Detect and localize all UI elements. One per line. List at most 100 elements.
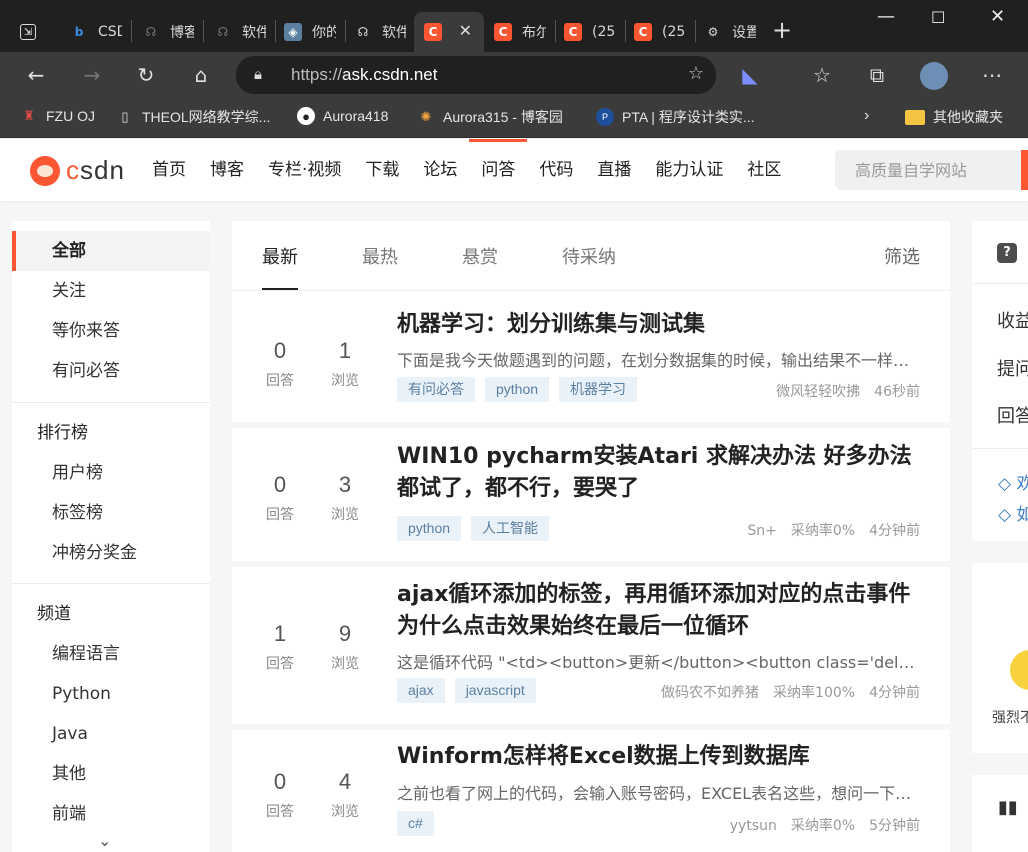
tab-pending[interactable]: 待采纳 [562,243,616,269]
question-desc[interactable]: 之前也看了网上的代码，会输入账号密码，EXCEL表名这些，想问一下具体怎么做 [397,780,922,804]
tag[interactable]: c# [397,811,434,836]
collections-icon[interactable]: ⧉ [864,62,890,88]
home-button[interactable]: ⌂ [188,62,214,88]
bookmark-item[interactable]: ▯ THEOL网络教学综... [116,107,270,127]
nav-qa[interactable]: 问答 [469,139,528,201]
refresh-button[interactable]: ↻ [133,62,159,88]
notice-link[interactable]: ◇ 欢 [998,469,1028,494]
bookmark-item[interactable]: ✺ Aurora315 - 博客园 [417,107,563,127]
forward-button[interactable]: → [79,62,105,88]
author-name[interactable]: yytsun [730,818,777,834]
tag[interactable]: 机器学习 [559,377,638,402]
browser-tab[interactable]: ☊ 软件 [204,12,274,52]
filter-button[interactable]: 筛选 [884,243,920,269]
sidebar-item-must-answer[interactable]: 有问必答 [12,351,210,391]
browser-tab[interactable]: ◈ 你的 [274,12,344,52]
tab-bounty[interactable]: 悬赏 [462,243,498,269]
author-name[interactable]: 微风轻轻吹拂 [776,384,860,400]
browser-tab-active[interactable]: C ✕ [414,12,484,52]
nav-forum[interactable]: 论坛 [411,139,469,201]
favorites-icon[interactable]: ☆ [809,62,835,88]
question-title[interactable]: WIN10 pycharm安装Atari 求解决办法 好多办法都试了，都不行，要… [397,441,927,505]
browser-tab[interactable]: b CSDN [60,12,130,52]
site-search [835,150,1028,190]
nav-blog[interactable]: 博客 [198,139,256,201]
notice-link[interactable]: ◇ 如 [998,500,1028,525]
sidebar-item-programming[interactable]: 编程语言 [12,634,210,674]
question-meta: 微风轻轻吹拂 46秒前 [762,381,920,401]
question-item[interactable]: 0 回答 1 浏览 机器学习：划分训练集与测试集 下面是我今天做题遇到的问题，在… [232,291,950,428]
csdn-logo[interactable]: csdn [30,155,125,186]
nav-home[interactable]: 首页 [140,139,198,201]
browser-tab[interactable]: ☊ 软件 [344,12,414,52]
question-item[interactable]: 1 回答 9 浏览 ajax循环添加的标签，再用循环添加对应的点击事件为什么点击… [232,561,950,730]
pta-icon: P [596,108,614,126]
maximize-button[interactable]: ☐ [931,8,945,27]
more-menu-icon[interactable]: ⋯ [979,62,1005,88]
tab-latest[interactable]: 最新 [262,243,298,290]
sidebar-item-following[interactable]: 关注 [12,271,210,311]
search-input[interactable] [835,150,1015,190]
tag[interactable]: python [397,516,462,541]
browser-tab[interactable]: ⚙ 设置 [694,12,764,52]
sidebar-item-frontend[interactable]: 前端 [12,794,210,834]
question-title[interactable]: 机器学习：划分训练集与测试集 [397,309,927,341]
minimize-button[interactable]: — [877,6,895,27]
nav-column-video[interactable]: 专栏·视频 [256,139,353,201]
tag[interactable]: ajax [397,678,445,703]
nav-community[interactable]: 社区 [735,139,793,201]
question-desc[interactable]: 这是循环代码 "<td><button>更新</button><button c… [397,649,922,673]
question-title[interactable]: ajax循环添加的标签，再用循环添加对应的点击事件为什么点击效果始终在最后一位循… [397,579,927,643]
sidebar-item-waiting[interactable]: 等你来答 [12,311,210,351]
add-favorite-icon[interactable]: ☆ [688,63,704,84]
tag[interactable]: 人工智能 [471,516,550,541]
stat-answers[interactable]: 回答 [997,402,1028,428]
sidebar-item-user-rank[interactable]: 用户榜 [12,453,210,493]
url-text[interactable]: https://ask.csdn.net [291,65,437,85]
browser-tab[interactable]: ☊ 博客园 [132,12,202,52]
bookmark-item[interactable]: P PTA | 程序设计类实... [596,107,755,127]
extension-icon[interactable]: ◣ [737,62,763,88]
search-button[interactable] [1021,150,1028,190]
author-name[interactable]: 做码农不如养猪 [661,685,759,701]
nav-certification[interactable]: 能力认证 [643,139,735,201]
stat-questions[interactable]: 提问 [997,355,1028,381]
back-button[interactable]: ← [23,62,49,88]
tag[interactable]: python [485,377,550,402]
tab-hot[interactable]: 最热 [362,243,398,269]
new-tab-button[interactable]: + [772,16,792,44]
browser-tab[interactable]: C (25 [554,12,624,52]
bookmark-item[interactable]: ♜ FZU OJ [20,107,95,125]
question-item[interactable]: 0 回答 3 浏览 WIN10 pycharm安装Atari 求解决办法 好多办… [232,422,950,567]
tag[interactable]: javascript [454,678,536,703]
chevron-down-icon[interactable]: ⌄ [98,831,111,850]
nav-code[interactable]: 代码 [527,139,585,201]
lock-icon[interactable]: 🔒︎ [254,65,262,83]
stat-earnings[interactable]: 收益 [997,307,1028,333]
sidebar-item-java[interactable]: Java [12,714,210,754]
csdn-icon: C [564,23,582,41]
tag[interactable]: 有问必答 [397,377,475,402]
nav-live[interactable]: 直播 [585,139,643,201]
sidebar-item-python[interactable]: Python [12,674,210,714]
question-title[interactable]: Winform怎样将Excel数据上传到数据库 [397,741,927,773]
tab-actions-button[interactable]: ⇲ [10,12,54,52]
question-desc[interactable]: 下面是我今天做题遇到的问题，在划分数据集的时候，输出结果不一样，请问这是为什么 [397,347,922,371]
bookmark-folder[interactable]: 其他收藏夹 [905,107,1003,127]
address-bar[interactable]: 🔒︎ https://ask.csdn.net ☆ [236,56,716,94]
close-tab-icon[interactable]: ✕ [459,21,472,40]
browser-tab[interactable]: C (25 [624,12,694,52]
post-time: 4分钟前 [869,523,920,539]
nav-download[interactable]: 下载 [353,139,411,201]
sidebar-item-other[interactable]: 其他 [12,754,210,794]
sidebar-item-tag-rank[interactable]: 标签榜 [12,493,210,533]
avatar[interactable] [920,62,948,96]
question-item[interactable]: 0 回答 4 浏览 Winform怎样将Excel数据上传到数据库 之前也看了网… [232,724,950,852]
sidebar-item-prize[interactable]: 冲榜分奖金 [12,533,210,573]
bookmark-item[interactable]: ● Aurora418 [297,107,388,125]
bookmarks-overflow-chevron-icon[interactable]: › [864,107,869,125]
sidebar-item-all[interactable]: 全部 [12,231,210,271]
browser-tab[interactable]: C 布尔 [484,12,554,52]
window-close-button[interactable]: ✕ [990,6,1005,27]
author-name[interactable]: Sn+ [747,523,777,539]
